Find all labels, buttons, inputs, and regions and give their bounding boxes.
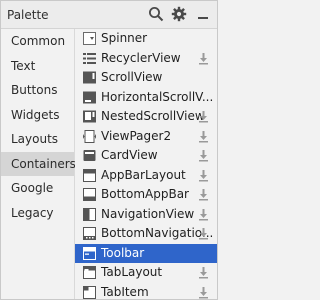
download-icon[interactable] <box>198 130 209 143</box>
tabitem-icon <box>83 285 96 299</box>
palette-item-label: NavigationView <box>101 206 195 221</box>
scrollview-icon <box>83 71 96 84</box>
cardview-icon <box>83 149 96 162</box>
download-icon[interactable] <box>198 227 209 240</box>
palette-panel: Palette Common Text Buttons Widgets Layo… <box>0 0 218 300</box>
category-label: Layouts <box>11 132 59 146</box>
appbar-icon <box>83 168 96 182</box>
palette-item-appbarlayout[interactable]: AppBarLayout <box>75 166 217 186</box>
category-layouts[interactable]: Layouts <box>1 127 74 152</box>
search-icon[interactable] <box>148 6 164 22</box>
horizontal-scrollview-icon <box>83 91 96 104</box>
palette-item-label: NestedScrollView <box>101 109 205 123</box>
palette-item-label: CardView <box>101 148 158 162</box>
download-icon[interactable] <box>198 266 209 279</box>
spinner-icon <box>83 32 96 45</box>
category-label: Google <box>11 181 54 195</box>
palette-item-label: Toolbar <box>101 245 145 260</box>
download-icon[interactable] <box>198 149 209 162</box>
palette-item-navigationview[interactable]: NavigationView <box>75 205 217 225</box>
category-label: Common <box>11 34 66 48</box>
palette-item-viewpager2[interactable]: ViewPager2 <box>75 127 217 147</box>
palette-item-label: TabLayout <box>101 265 163 279</box>
download-icon[interactable] <box>198 286 209 299</box>
gear-icon[interactable] <box>171 6 187 22</box>
palette-item-label: BottomAppBar <box>101 187 189 201</box>
component-list: Spinner RecyclerView ScrollView HorizontalS… <box>75 29 217 299</box>
bottom-navigation-icon <box>83 227 96 240</box>
category-label: Text <box>11 58 36 73</box>
download-icon[interactable] <box>198 52 209 65</box>
category-containers[interactable]: Containers <box>1 151 76 176</box>
palette-item-horizontalscrollv[interactable]: HorizontalScrollV... <box>75 88 217 108</box>
palette-item-label: ScrollView <box>101 70 163 84</box>
download-icon[interactable] <box>198 169 209 182</box>
navigation-view-icon <box>83 207 96 221</box>
palette-item-recyclerview[interactable]: RecyclerView <box>75 49 217 69</box>
nested-scrollview-icon <box>83 110 96 123</box>
category-buttons[interactable]: Buttons <box>1 78 74 103</box>
category-label: Containers <box>11 156 76 171</box>
download-icon[interactable] <box>198 188 209 201</box>
download-icon[interactable] <box>198 110 209 123</box>
palette-item-scrollview[interactable]: ScrollView <box>75 68 217 88</box>
palette-item-label: ViewPager2 <box>101 128 172 143</box>
category-text[interactable]: Text <box>1 54 74 79</box>
palette-item-cardview[interactable]: CardView <box>75 146 217 166</box>
palette-item-toolbar[interactable]: Toolbar <box>75 243 217 263</box>
category-google[interactable]: Google <box>1 176 74 201</box>
palette-item-label: HorizontalScrollV... <box>101 89 214 104</box>
category-common[interactable]: Common <box>1 29 74 54</box>
palette-item-tabitem[interactable]: TabItem <box>75 283 217 300</box>
category-label: Legacy <box>11 205 54 220</box>
download-icon[interactable] <box>198 208 209 221</box>
palette-item-label: AppBarLayout <box>101 167 186 182</box>
palette-item-nestedscrollview[interactable]: NestedScrollView <box>75 107 217 127</box>
palette-item-tablayout[interactable]: TabLayout <box>75 263 217 283</box>
category-label: Widgets <box>11 107 60 122</box>
category-legacy[interactable]: Legacy <box>1 201 74 226</box>
palette-item-label: TabItem <box>101 284 149 299</box>
palette-item-label: BottomNavigatio... <box>101 226 214 240</box>
recyclerview-icon <box>83 52 96 65</box>
category-label: Buttons <box>11 83 58 97</box>
palette-item-bottomnavigatio[interactable]: BottomNavigatio... <box>75 224 217 244</box>
viewpager-icon <box>83 129 96 143</box>
toolbar-icon <box>83 246 96 260</box>
palette-item-label: Spinner <box>101 31 148 45</box>
palette-header: Palette <box>1 1 217 29</box>
tablayout-icon <box>83 266 96 279</box>
panel-title: Palette <box>7 8 49 22</box>
minimize-icon[interactable] <box>195 6 211 22</box>
category-list: Common Text Buttons Widgets Layouts Cont… <box>1 29 76 299</box>
category-widgets[interactable]: Widgets <box>1 103 74 128</box>
palette-item-bottomappbar[interactable]: BottomAppBar <box>75 185 217 205</box>
palette-item-label: RecyclerView <box>101 50 181 65</box>
palette-item-spinner[interactable]: Spinner <box>75 29 217 49</box>
bottom-appbar-icon <box>83 188 96 201</box>
